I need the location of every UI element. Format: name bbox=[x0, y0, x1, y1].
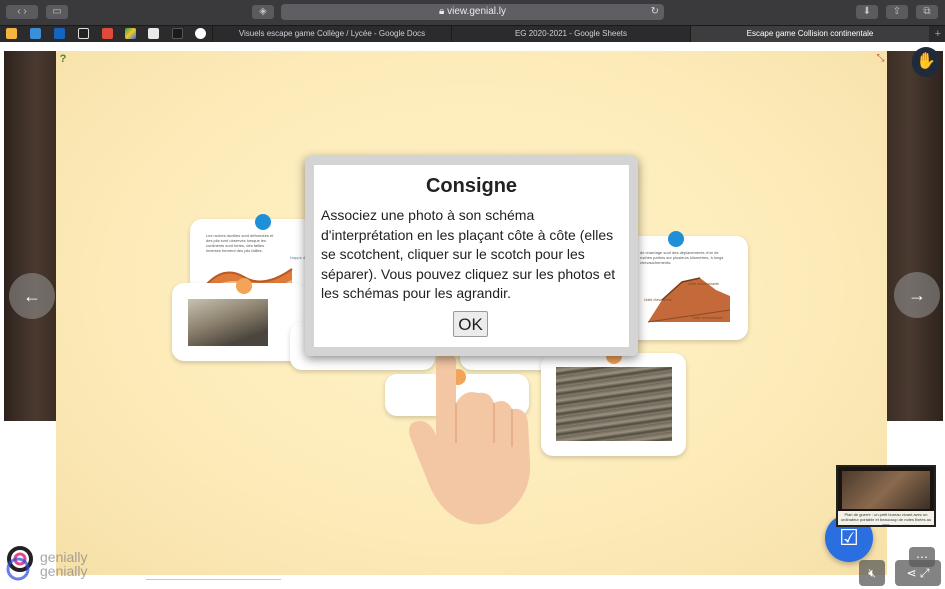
tab-google-docs[interactable]: Visuels escape game Collège / Lycée - Go… bbox=[212, 26, 451, 42]
pointing-hand-illustration bbox=[409, 352, 531, 525]
thumbnail-image bbox=[842, 471, 930, 509]
google-icon[interactable] bbox=[195, 28, 206, 39]
divider bbox=[146, 579, 281, 580]
fullscreen-icon[interactable]: ⤡ bbox=[875, 53, 886, 64]
thumbnail-caption: Plan de guerre : un petit bureau vivant … bbox=[838, 511, 934, 525]
blue-pin[interactable] bbox=[668, 231, 684, 247]
cliff-photo bbox=[188, 299, 268, 346]
previous-slide-button[interactable]: ← bbox=[9, 273, 55, 319]
lock-icon: 🔒︎ bbox=[438, 6, 445, 17]
reload-icon[interactable]: ↻ bbox=[651, 4, 659, 20]
slide-thumbnail[interactable]: Plan de guerre : un petit bureau vivant … bbox=[836, 465, 936, 527]
hand-pointer-icon: ✋ bbox=[912, 47, 940, 77]
unit-label-3: Faille chevauchante bbox=[692, 316, 724, 320]
background-wood-right bbox=[887, 51, 943, 421]
ok-button[interactable]: OK bbox=[453, 311, 488, 337]
blue-pin[interactable] bbox=[255, 214, 271, 230]
tabs-overview-icon[interactable]: ⧉ bbox=[916, 5, 938, 19]
help-icon[interactable]: ? bbox=[57, 53, 69, 65]
tab-escape-game[interactable]: Escape game Collision continentale bbox=[690, 26, 929, 42]
notes-icon[interactable] bbox=[148, 28, 159, 39]
tab-bar: Visuels escape game Collège / Lycée - Go… bbox=[0, 25, 945, 42]
photo-card-cliff[interactable] bbox=[172, 283, 307, 361]
share-expand-buttons[interactable]: ⋖ ⤢ bbox=[895, 560, 941, 586]
download-icon[interactable]: ⬇ bbox=[856, 5, 878, 19]
drive-icon[interactable] bbox=[125, 28, 136, 39]
address-bar[interactable]: 🔒︎ view.genial.ly ↻ bbox=[281, 4, 664, 20]
genially-logo-icon bbox=[6, 546, 33, 581]
outlook-icon[interactable] bbox=[54, 28, 65, 39]
genially-logo[interactable]: genially genially bbox=[6, 545, 106, 583]
back-forward-buttons[interactable]: ‹ › bbox=[6, 5, 38, 19]
unit-label-1: Unité chevauchante bbox=[688, 282, 719, 286]
pronote-icon[interactable] bbox=[78, 28, 89, 39]
dialog-title: Consigne bbox=[425, 175, 518, 197]
orange-pin[interactable] bbox=[236, 278, 252, 294]
tab-google-sheets[interactable]: EG 2020-2021 - Google Sheets bbox=[451, 26, 690, 42]
tag-icon[interactable]: ◈ bbox=[252, 5, 274, 19]
background-wood-left bbox=[4, 51, 56, 421]
mute-icon[interactable]: 🔇︎ bbox=[859, 560, 885, 586]
share-browser-icon[interactable]: ⇧ bbox=[886, 5, 908, 19]
logo-text: genially bbox=[40, 549, 88, 565]
instruction-dialog: Consigne Associez une photo à son schéma… bbox=[305, 156, 638, 356]
twitter-icon[interactable] bbox=[30, 28, 41, 39]
photo-card-strata[interactable] bbox=[541, 353, 686, 456]
calendar-icon[interactable] bbox=[6, 28, 17, 39]
next-slide-button[interactable]: → bbox=[894, 272, 940, 318]
diagram-card-thrust[interactable]: de charriage sont des déplacements d'un … bbox=[628, 236, 748, 340]
gmail-icon[interactable] bbox=[102, 28, 113, 39]
share-icon[interactable]: ⋖ bbox=[906, 566, 916, 580]
browser-toolbar: ‹ › ▭ ◈ 🔒︎ view.genial.ly ↻ ⬇ ⇧ ⧉ bbox=[0, 0, 945, 25]
dialog-message: Associez une photo à son schéma d'interp… bbox=[321, 207, 616, 301]
strata-photo bbox=[556, 367, 672, 441]
logo-text-shadow: genially bbox=[40, 563, 88, 579]
sidebar-toggle-icon[interactable]: ▭ bbox=[46, 5, 68, 19]
dark-app-icon[interactable] bbox=[172, 28, 183, 39]
url-text: view.genial.ly bbox=[447, 6, 507, 17]
checklist-icon: ☑ bbox=[839, 525, 859, 550]
unit-label-2: Unité chevauchée bbox=[644, 298, 673, 302]
diagram-caption: Les roches ductiles sont déformées et de… bbox=[206, 233, 274, 253]
expand-icon[interactable]: ⤢ bbox=[920, 566, 930, 580]
new-tab-button[interactable]: + bbox=[935, 26, 941, 42]
diagram-caption: de charriage sont des déplacements d'un … bbox=[640, 250, 724, 265]
